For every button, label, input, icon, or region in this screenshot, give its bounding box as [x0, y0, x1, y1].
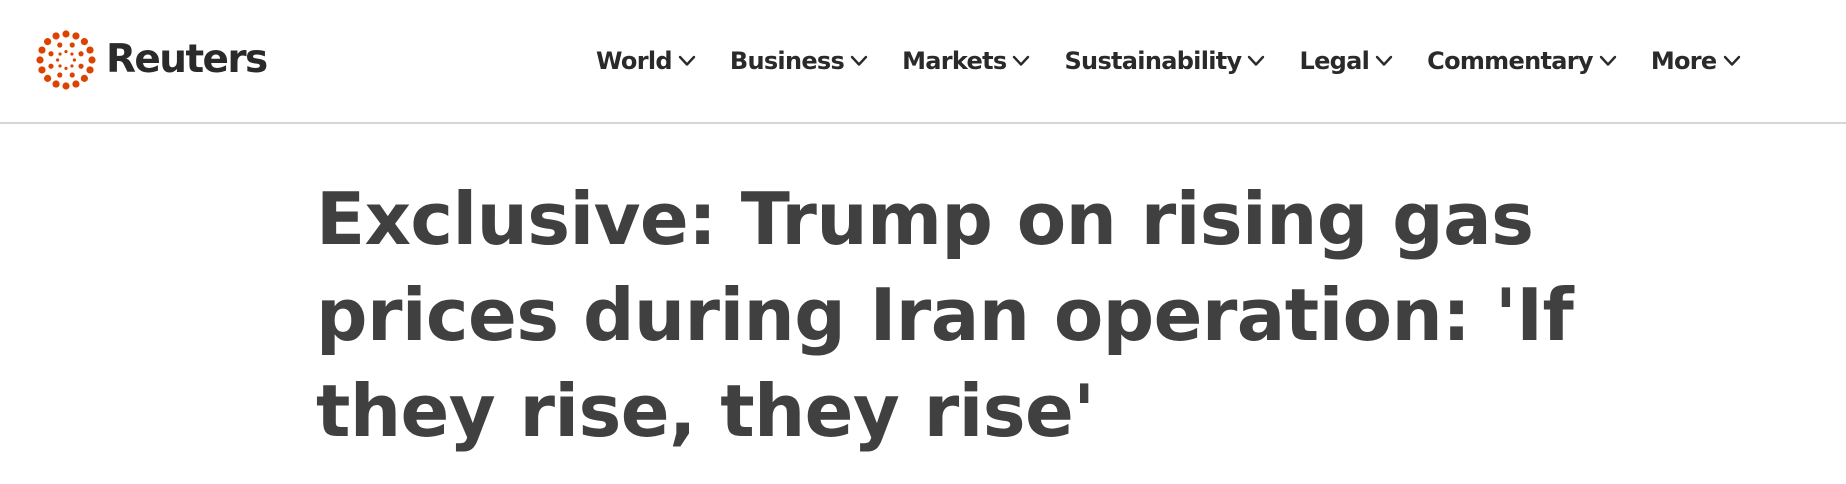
brand-name: Reuters — [106, 36, 268, 82]
chevron-down-icon — [850, 55, 868, 66]
nav-item-label: Commentary — [1427, 47, 1593, 75]
chevron-down-icon — [1723, 55, 1740, 66]
chevron-down-icon — [1248, 55, 1265, 66]
main-nav: World Business Markets Sustainability Le… — [596, 36, 1741, 86]
nav-item-sustainability[interactable]: Sustainability — [1064, 47, 1265, 75]
reuters-logo-icon — [36, 30, 96, 90]
nav-item-commentary[interactable]: Commentary — [1427, 47, 1617, 75]
nav-item-label: Business — [729, 47, 845, 75]
nav-item-more[interactable]: More — [1651, 47, 1741, 75]
nav-item-label: Legal — [1299, 47, 1370, 75]
chevron-down-icon — [678, 55, 696, 66]
chevron-down-icon — [1375, 55, 1393, 66]
nav-item-label: Sustainability — [1064, 47, 1242, 75]
nav-item-markets[interactable]: Markets — [902, 47, 1030, 75]
site-header: Reuters World Business Markets Sustainab… — [0, 0, 1846, 124]
nav-item-legal[interactable]: Legal — [1299, 47, 1393, 75]
article-headline: Exclusive: Trump on rising gas prices du… — [316, 177, 1574, 453]
nav-item-label: Markets — [902, 47, 1007, 75]
nav-item-label: More — [1650, 47, 1717, 75]
nav-item-label: World — [596, 47, 673, 75]
chevron-down-icon — [1013, 55, 1030, 66]
chevron-down-icon — [1599, 55, 1617, 66]
nav-item-business[interactable]: Business — [730, 47, 868, 75]
reuters-logo-link[interactable]: Reuters — [34, 28, 268, 92]
nav-item-world[interactable]: World — [596, 47, 696, 75]
